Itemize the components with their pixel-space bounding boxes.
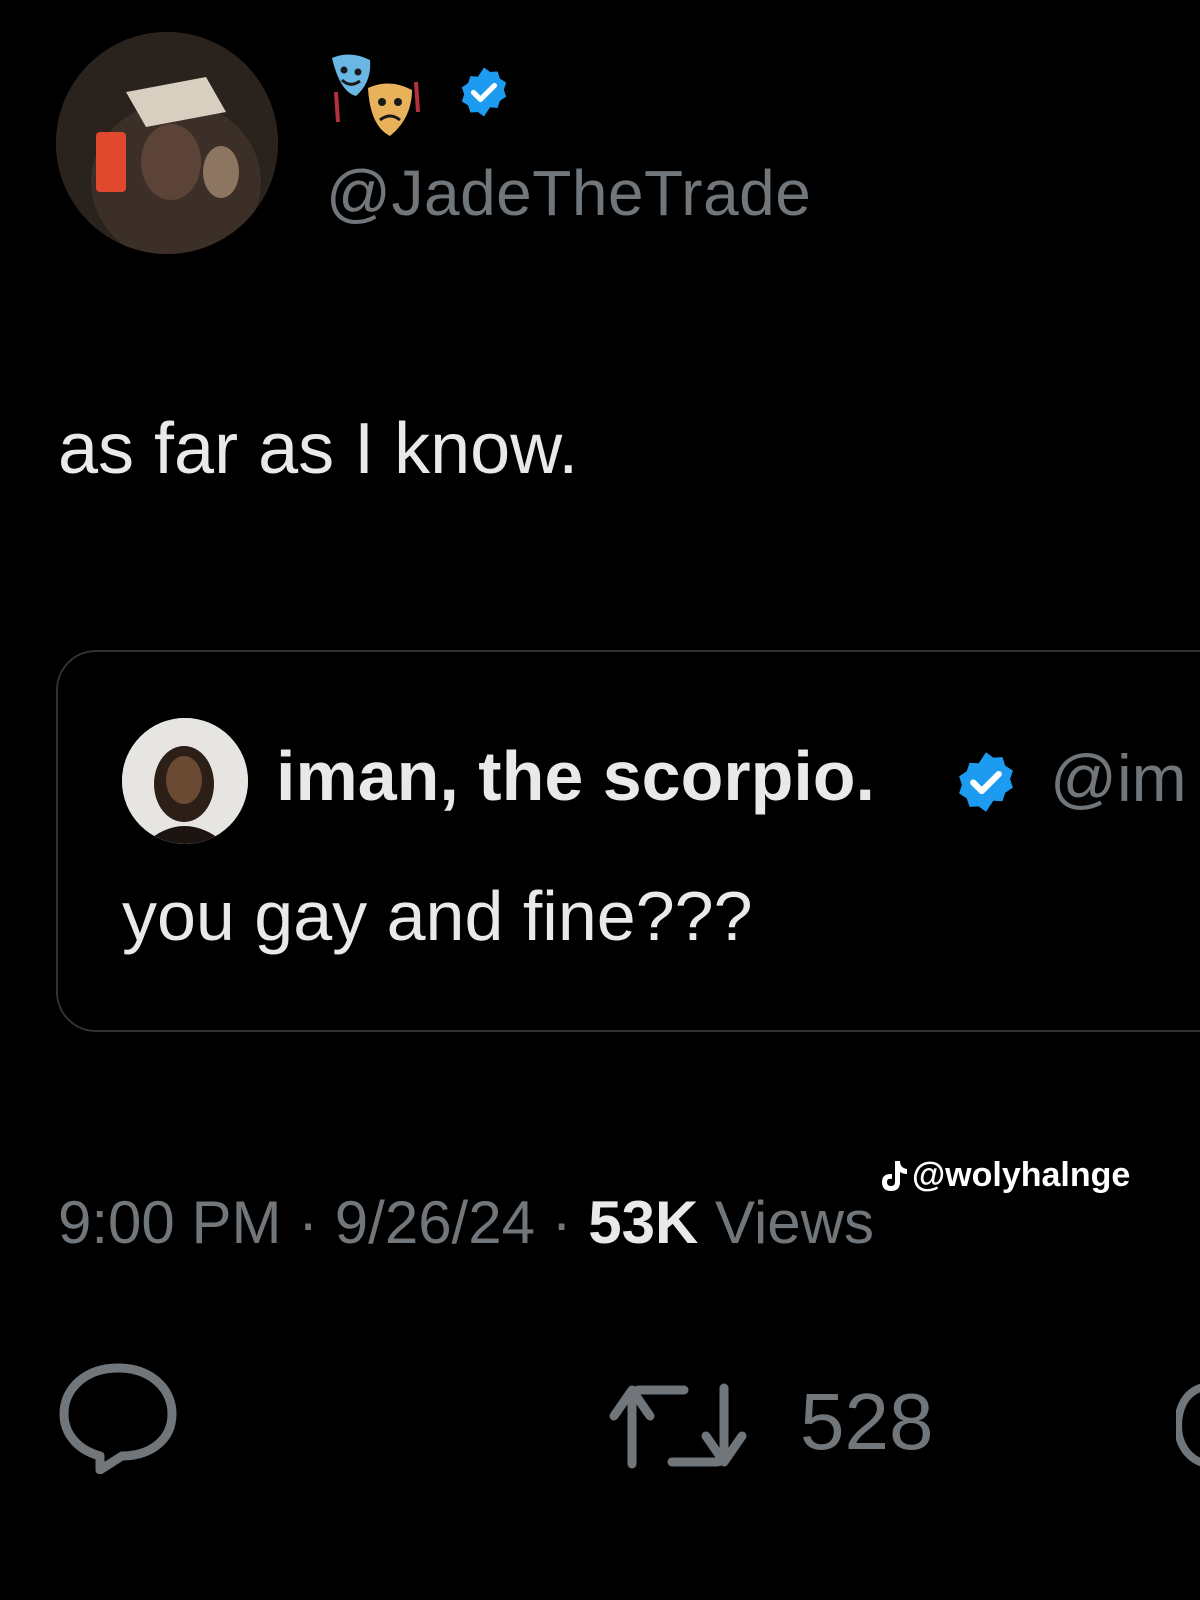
tweet-time[interactable]: 9:00 PM	[58, 1189, 281, 1256]
tweet-date[interactable]: 9/26/24	[335, 1189, 535, 1256]
author-handle[interactable]: @JadeTheTrade	[326, 156, 811, 230]
tiktok-watermark: @wolyhalnge	[878, 1156, 1130, 1195]
quoted-tweet-card[interactable]	[56, 650, 1200, 1032]
partial-action-icon[interactable]	[1176, 1380, 1200, 1470]
quoted-tweet-text: you gay and fine???	[122, 877, 753, 955]
tweet-text: as far as I know.	[58, 409, 579, 489]
theatre-masks-icon	[332, 54, 420, 136]
views-label: Views	[698, 1189, 875, 1256]
quoted-author-handle[interactable]: @im	[1050, 740, 1187, 816]
tiktok-icon	[882, 1160, 907, 1191]
tweet-meta: 9:00 PM · 9/26/24 · 53K Views	[58, 1188, 874, 1257]
author-avatar[interactable]	[56, 32, 278, 254]
retweet-icon[interactable]	[608, 1376, 748, 1476]
verified-badge-icon	[461, 67, 507, 117]
quoted-verified-badge-icon	[959, 752, 1013, 812]
reply-icon[interactable]	[56, 1358, 180, 1474]
views-count: 53K	[588, 1189, 699, 1256]
watermark-text: @wolyhalnge	[912, 1156, 1131, 1194]
retweet-count[interactable]: 528	[800, 1376, 933, 1468]
quoted-author-name[interactable]: iman, the scorpio.	[276, 736, 875, 816]
meta-separator: ·	[281, 1189, 335, 1256]
meta-separator: ·	[534, 1189, 589, 1256]
avatar-photo	[56, 32, 278, 254]
quoted-author-avatar[interactable]	[122, 718, 248, 844]
quoted-avatar-photo	[122, 718, 248, 844]
